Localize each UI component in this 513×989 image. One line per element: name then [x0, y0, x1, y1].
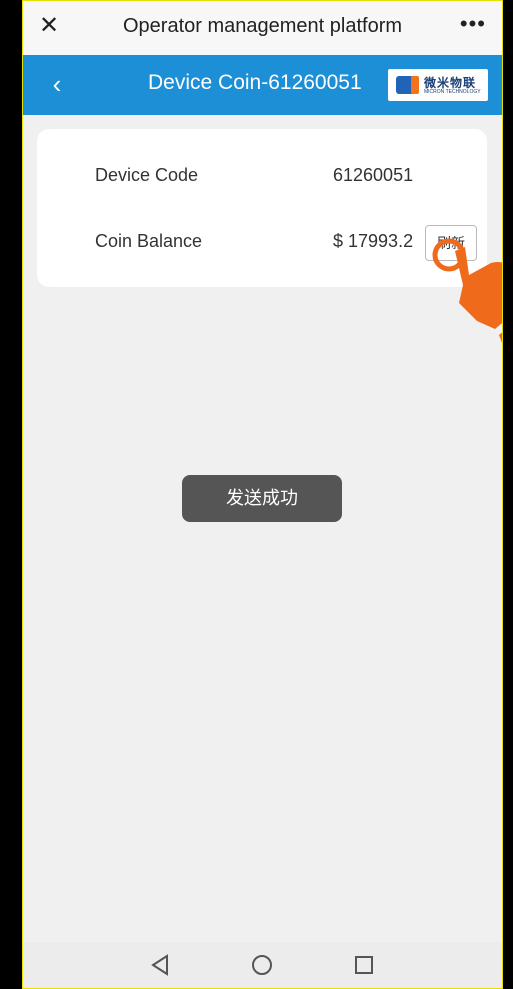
- system-navigation-bar: [23, 942, 502, 988]
- webview-top-bar: ✕ Operator management platform •••: [23, 1, 502, 55]
- pointing-hand-icon: [432, 238, 502, 343]
- device-code-value: 61260051: [333, 165, 414, 185]
- phone-screen: ✕ Operator management platform ••• ‹ Dev…: [22, 0, 503, 989]
- device-code-label: Device Code: [95, 165, 199, 185]
- triangle-back-icon[interactable]: [145, 950, 175, 980]
- back-arrow-icon[interactable]: ‹: [45, 69, 69, 99]
- device-code-row: Device Code 61260051: [37, 157, 487, 197]
- coin-balance-label: Coin Balance: [95, 231, 203, 251]
- more-options-icon[interactable]: •••: [460, 11, 486, 37]
- square-recent-icon[interactable]: [349, 950, 379, 980]
- webview-title: Operator management platform: [122, 15, 403, 37]
- page-header: ‹ Device Coin-61260051 微米物联 MICRON TECHN…: [23, 55, 502, 115]
- brand-logo-subtext: MICRON TECHNOLOGY: [424, 89, 481, 95]
- page-title: Device Coin-61260051: [148, 71, 362, 94]
- brand-logo-mark: [396, 76, 419, 94]
- toast-message: 发送成功: [182, 475, 342, 522]
- close-icon[interactable]: ✕: [35, 12, 63, 40]
- circle-home-icon[interactable]: [247, 950, 277, 980]
- brand-logo: 微米物联 MICRON TECHNOLOGY: [388, 69, 488, 101]
- coin-balance-value: $ 17993.2: [333, 231, 414, 251]
